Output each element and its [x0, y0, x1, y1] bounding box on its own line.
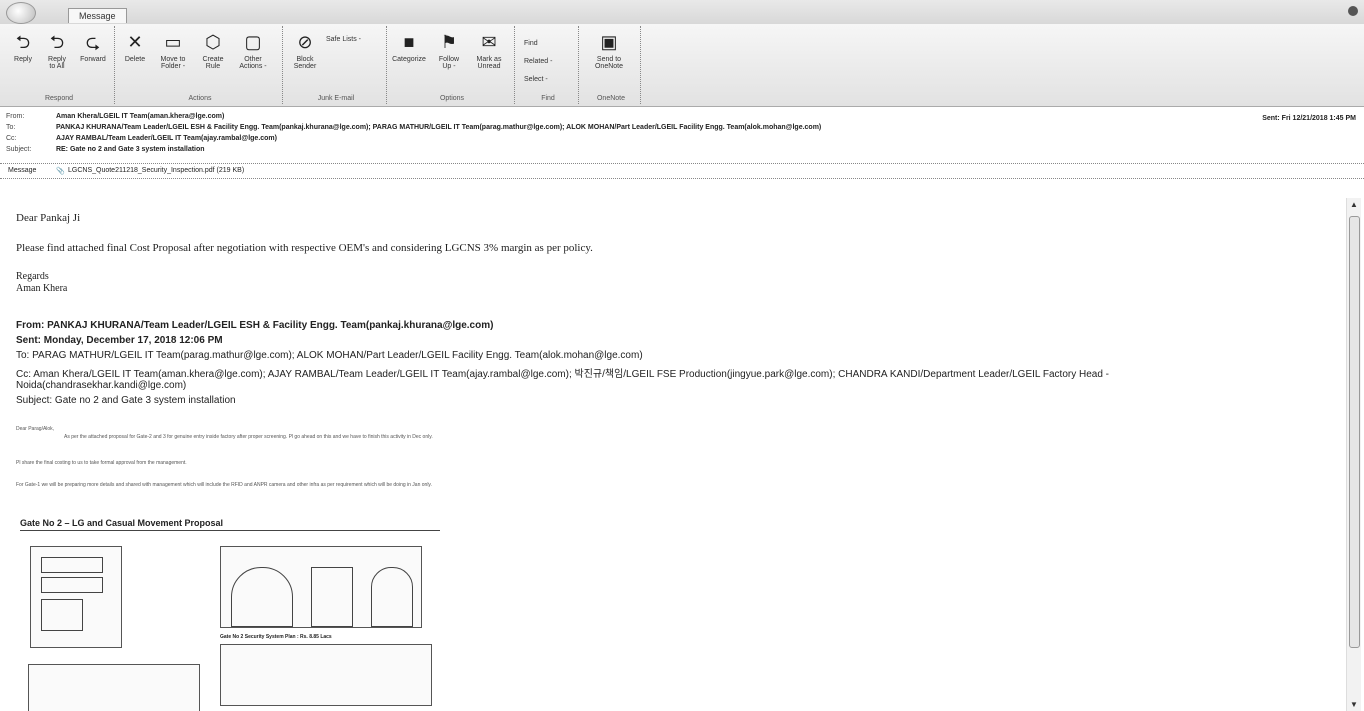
options-group-label: Options [439, 95, 465, 102]
fwd-subject: Subject: Gate no 2 and Gate 3 system ins… [16, 395, 236, 406]
gate-elevation-image [220, 546, 422, 628]
fwd-cc: Cc: Aman Khera/LGEIL IT Team(aman.khera@… [16, 369, 1109, 380]
cc-label: Cc: [6, 135, 17, 142]
onenote-icon: ▣ [600, 32, 618, 52]
reply-all-icon: ⮌ [49, 32, 65, 52]
from-row: From: Aman Khera/LGEIL IT Team(aman.kher… [6, 113, 224, 120]
block-sender-button[interactable]: ⊘ Block Sender [288, 32, 322, 70]
fwd-cc-cont: Noida(chandrasekhar.kandi@lge.com) [16, 380, 187, 391]
gate-heading: Gate No 2 – LG and Casual Movement Propo… [20, 518, 440, 531]
folder-icon: ▭ [164, 32, 182, 52]
actions-group: ✕ Delete ▭ Move to Folder - ⬡ Create Rul… [118, 26, 283, 104]
to-row: To: PANKAJ KHURANA/Team Leader/LGEIL ESH… [6, 124, 821, 131]
flag-icon: ⚑ [440, 32, 458, 52]
from-value[interactable]: Aman Khera/LGEIL IT Team(aman.khera@lge.… [56, 113, 224, 120]
onenote-group-label: OneNote [596, 95, 626, 102]
send-to-onenote-button[interactable]: ▣ Send to OneNote [592, 32, 626, 70]
scroll-thumb[interactable] [1349, 216, 1360, 648]
to-value[interactable]: PANKAJ KHURANA/Team Leader/LGEIL ESH & F… [56, 124, 821, 131]
fwd-sent: Sent: Monday, December 17, 2018 12:06 PM [16, 335, 223, 346]
small-line-4: For Gate-1 we will be preparing more det… [16, 482, 432, 488]
body-line-1: Please find attached final Cost Proposal… [16, 242, 593, 254]
signature: Aman Khera [16, 283, 68, 294]
delete-icon: ✕ [127, 32, 143, 52]
subject-label: Subject: [6, 146, 32, 153]
message-tab[interactable]: Message [8, 167, 36, 174]
find-button[interactable]: Find [524, 40, 538, 47]
respond-group: ⮌ Reply ⮌ Reply to All ⮎ Forward Respond [4, 26, 115, 104]
sent-value: Fri 12/21/2018 1:45 PM [1281, 115, 1356, 122]
other-actions-icon: ▢ [244, 32, 262, 52]
sent-label: Sent: [1262, 115, 1280, 122]
reply-icon: ⮌ [15, 32, 31, 52]
message-body: Dear Pankaj Ji Please find attached fina… [0, 198, 1340, 711]
to-label: To: [6, 124, 16, 131]
find-group-label: Find [541, 95, 555, 102]
envelope-icon: ✉ [481, 32, 497, 52]
onenote-group: ▣ Send to OneNote OneNote [582, 26, 641, 104]
mark-unread-button[interactable]: ✉ Mark as Unread [472, 32, 506, 70]
follow-up-button[interactable]: ⚑ Follow Up - [432, 32, 466, 70]
cost-table-image [220, 644, 432, 706]
respond-group-label: Respond [44, 95, 74, 102]
regards: Regards [16, 271, 49, 282]
cc-value[interactable]: AJAY RAMBAL/Team Leader/LGEIL IT Team(aj… [56, 135, 277, 142]
forward-icon: ⮎ [85, 32, 101, 52]
select-button[interactable]: Select - [524, 76, 548, 83]
attachment-link[interactable]: LGCNS_Quote211218_Security_Inspection.pd… [68, 167, 244, 174]
actions-group-label: Actions [188, 95, 212, 102]
small-line-2: As per the attached proposal for Gate-2 … [64, 434, 433, 440]
scroll-down-arrow[interactable]: ▼ [1350, 700, 1358, 709]
subject-value: RE: Gate no 2 and Gate 3 system installa… [55, 146, 205, 153]
related-button[interactable]: Related - [524, 58, 552, 65]
junk-group: ⊘ Block Sender Safe Lists - Junk E-mail [286, 26, 387, 104]
safe-lists-button[interactable]: Safe Lists - [326, 36, 361, 43]
attachment-bar: Message 📎 LGCNS_Quote211218_Security_Ins… [0, 164, 1364, 179]
greeting: Dear Pankaj Ji [16, 212, 81, 224]
reply-all-button[interactable]: ⮌ Reply to All [40, 32, 74, 70]
small-line-1: Dear Parag/Alok, [16, 426, 55, 432]
attachment-icon: 📎 [56, 168, 65, 175]
junk-group-label: Junk E-mail [317, 95, 355, 102]
help-icon[interactable] [1348, 6, 1358, 16]
figure-caption: Gate No 2 Security System Plan : Rs. 8.8… [220, 634, 332, 640]
forward-button[interactable]: ⮎ Forward [76, 32, 110, 63]
from-label: From: [6, 113, 25, 120]
fwd-to: To: PARAG MATHUR/LGEIL IT Team(parag.mat… [16, 350, 643, 361]
title-bar: Message [0, 0, 1364, 24]
delete-button[interactable]: ✕ Delete [118, 32, 152, 63]
site-plan-image [30, 546, 122, 648]
floor-plan-image [28, 664, 200, 711]
find-group: Find Related - Select - Find [518, 26, 579, 104]
scroll-up-arrow[interactable]: ▲ [1350, 200, 1358, 209]
block-icon: ⊘ [297, 32, 313, 52]
fwd-from: From: PANKAJ KHURANA/Team Leader/LGEIL E… [16, 320, 494, 331]
small-line-3: Pl share the final costing to us to take… [16, 460, 187, 466]
cc-row: Cc: AJAY RAMBAL/Team Leader/LGEIL IT Tea… [6, 135, 277, 142]
vertical-scrollbar[interactable]: ▲ ▼ [1346, 198, 1361, 711]
move-to-folder-button[interactable]: ▭ Move to Folder - [156, 32, 190, 70]
other-actions-button[interactable]: ▢ Other Actions - [236, 32, 270, 70]
categorize-button[interactable]: ■ Categorize [392, 32, 426, 63]
create-rule-button[interactable]: ⬡ Create Rule [196, 32, 230, 70]
sent-field: Sent: Fri 12/21/2018 1:45 PM [1262, 115, 1356, 122]
options-group: ■ Categorize ⚑ Follow Up - ✉ Mark as Unr… [390, 26, 515, 104]
rule-icon: ⬡ [205, 32, 221, 52]
message-header: From: Aman Khera/LGEIL IT Team(aman.kher… [0, 107, 1364, 164]
tab-message[interactable]: Message [68, 8, 127, 23]
categorize-icon: ■ [403, 32, 415, 52]
reply-button[interactable]: ⮌ Reply [6, 32, 40, 63]
office-button[interactable] [6, 2, 36, 24]
subject-row: Subject: RE: Gate no 2 and Gate 3 system… [6, 146, 205, 153]
ribbon: ⮌ Reply ⮌ Reply to All ⮎ Forward Respond… [0, 24, 1364, 107]
